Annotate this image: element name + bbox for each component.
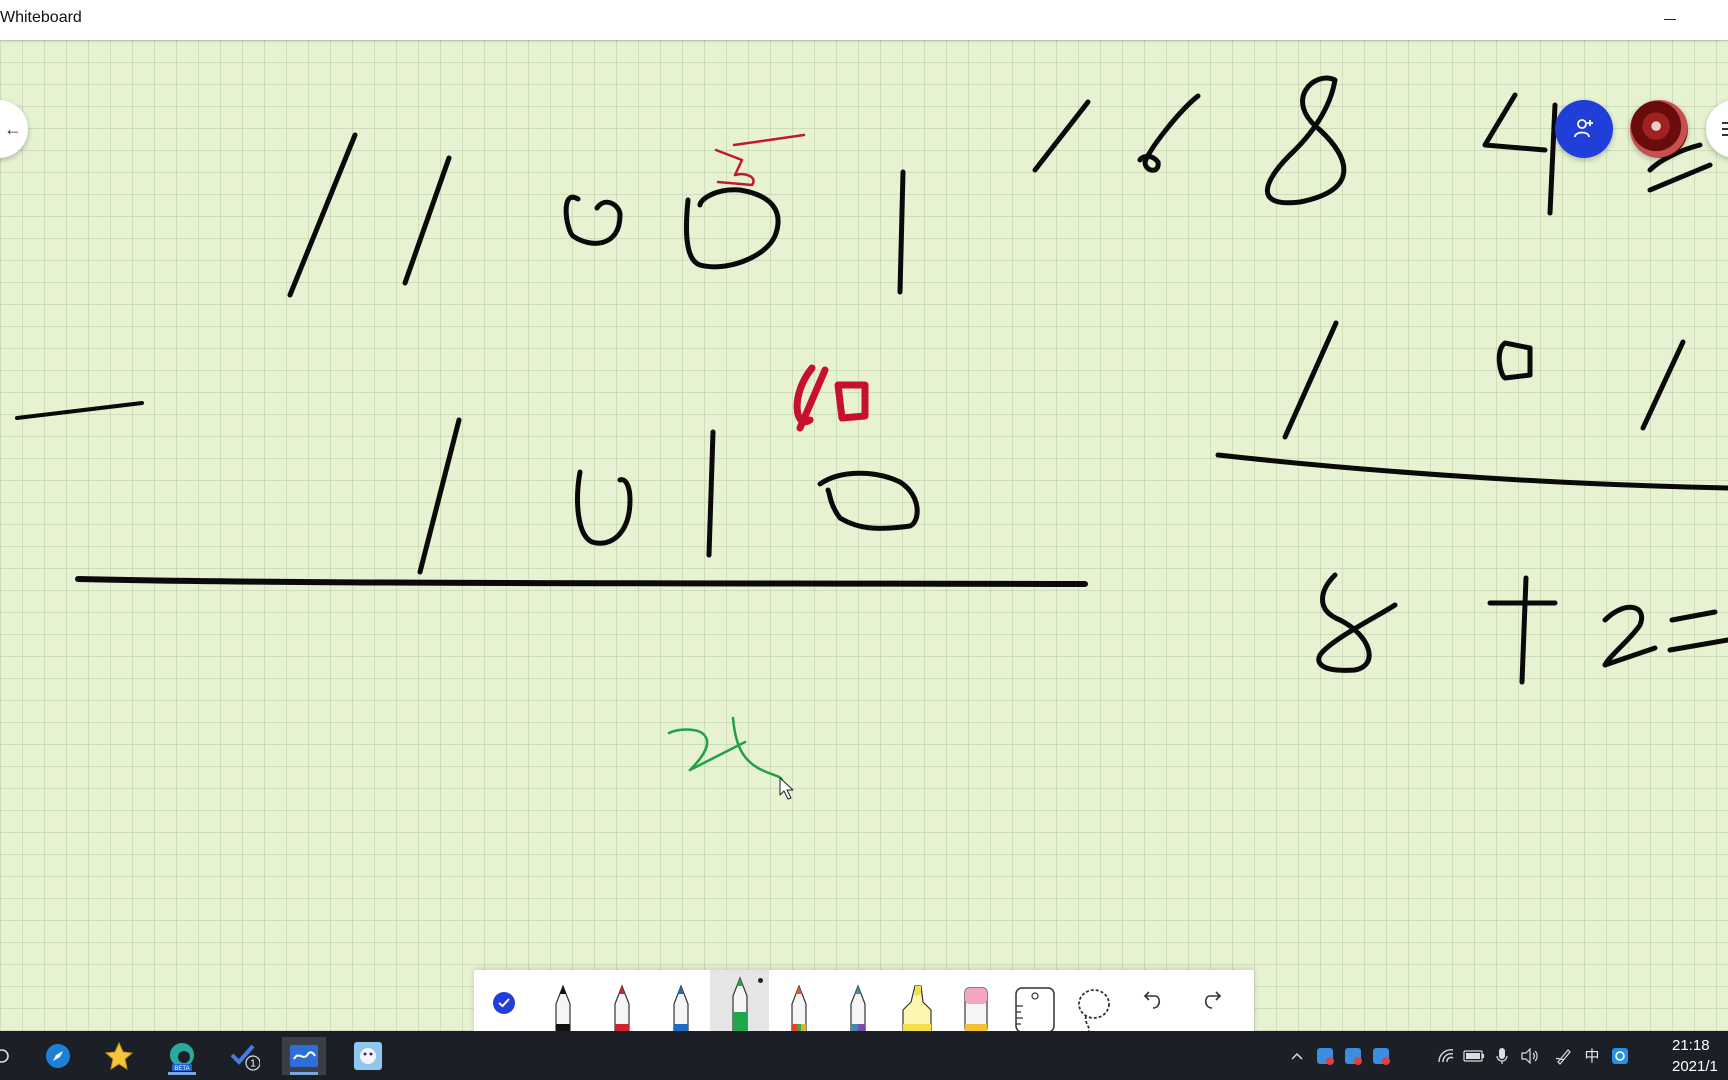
redo-icon <box>1204 991 1221 1009</box>
redo-button[interactable] <box>1182 970 1241 1032</box>
whiteboard-icon <box>290 1045 318 1067</box>
back-arrow-icon: ← <box>4 118 22 139</box>
ruler[interactable] <box>1005 970 1064 1032</box>
search-icon <box>0 1049 9 1063</box>
eraser-icon <box>963 987 988 1032</box>
pen-toolbar <box>474 970 1254 1032</box>
edge-beta-app[interactable]: BETA <box>160 1037 204 1075</box>
system-indicators: 中 <box>1432 1031 1634 1080</box>
star-icon <box>104 1041 134 1071</box>
pen-green-icon <box>731 976 748 1032</box>
green-pen[interactable] <box>710 970 769 1032</box>
microphone-icon[interactable] <box>1488 1042 1516 1070</box>
add-person-icon <box>1574 119 1593 138</box>
taskbar: BETA 1 中 21:18 2021/1 <box>0 1031 1728 1080</box>
todo-badge: 1 <box>250 1059 256 1070</box>
rainbow-pen[interactable] <box>769 970 828 1032</box>
clock-time: 21:18 <box>1672 1037 1710 1054</box>
black-pen[interactable] <box>533 970 592 1032</box>
system-tray <box>1283 1031 1395 1080</box>
wifi-icon[interactable] <box>1432 1042 1460 1070</box>
lasso[interactable] <box>1064 970 1123 1032</box>
star-app[interactable] <box>97 1037 141 1075</box>
ruler-icon <box>1014 987 1055 1032</box>
running-indicator <box>168 1072 196 1075</box>
lasso-icon <box>1077 989 1110 1032</box>
volume-icon[interactable] <box>1516 1042 1544 1070</box>
undo-icon <box>1143 991 1160 1009</box>
todo-app[interactable]: 1 <box>222 1037 266 1075</box>
tray-app-icon-4[interactable] <box>1606 1042 1634 1070</box>
highlighter[interactable] <box>887 970 946 1032</box>
tray-app-icon-1[interactable] <box>1311 1042 1339 1070</box>
whiteboard-canvas[interactable]: ← <box>0 40 1728 1031</box>
tray-app-icon-3[interactable] <box>1367 1042 1395 1070</box>
title-bar: Whiteboard <box>0 0 1728 40</box>
clock[interactable]: 21:18 2021/1 <box>1672 1035 1718 1077</box>
safari-app[interactable] <box>36 1037 80 1075</box>
menu-icon <box>1722 122 1728 140</box>
red-pen[interactable] <box>592 970 651 1032</box>
battery-icon[interactable] <box>1460 1042 1488 1070</box>
tray-app-icon-2[interactable] <box>1339 1042 1367 1070</box>
user-avatar[interactable] <box>1630 100 1688 158</box>
minimize-button[interactable] <box>1652 4 1688 34</box>
minimize-icon <box>1664 18 1676 20</box>
running-indicator <box>290 1072 318 1075</box>
wallpaper-icon <box>354 1042 382 1070</box>
window-title: Whiteboard <box>0 9 82 26</box>
wallpaper-app[interactable] <box>346 1037 390 1075</box>
pen-red-icon <box>613 984 630 1032</box>
pen-workspace-icon[interactable] <box>1550 1042 1578 1070</box>
whiteboard-app[interactable] <box>282 1037 326 1075</box>
clock-date: 2021/1 <box>1672 1058 1718 1075</box>
check-icon <box>492 992 515 1014</box>
invite-button[interactable] <box>1555 100 1613 158</box>
ink-strokes <box>15 75 1728 800</box>
edge-icon: BETA <box>170 1043 194 1072</box>
selected-indicator <box>758 978 763 983</box>
search-button[interactable] <box>0 1037 24 1075</box>
todo-icon: 1 <box>230 1044 260 1071</box>
show-hidden-icons[interactable] <box>1283 1042 1311 1070</box>
pen-blue-icon <box>672 984 689 1032</box>
pen-rainbow-icon <box>790 984 807 1032</box>
blue-pen[interactable] <box>651 970 710 1032</box>
undo-button[interactable] <box>1123 970 1182 1032</box>
pen-galaxy-icon <box>849 984 866 1032</box>
galaxy-pen[interactable] <box>828 970 887 1032</box>
select-tool[interactable] <box>474 970 533 1032</box>
highlighter-icon <box>901 985 932 1032</box>
pen-black-icon <box>554 984 571 1032</box>
compass-icon <box>46 1044 70 1068</box>
ime-indicator[interactable]: 中 <box>1578 1042 1606 1070</box>
eraser[interactable] <box>946 970 1005 1032</box>
